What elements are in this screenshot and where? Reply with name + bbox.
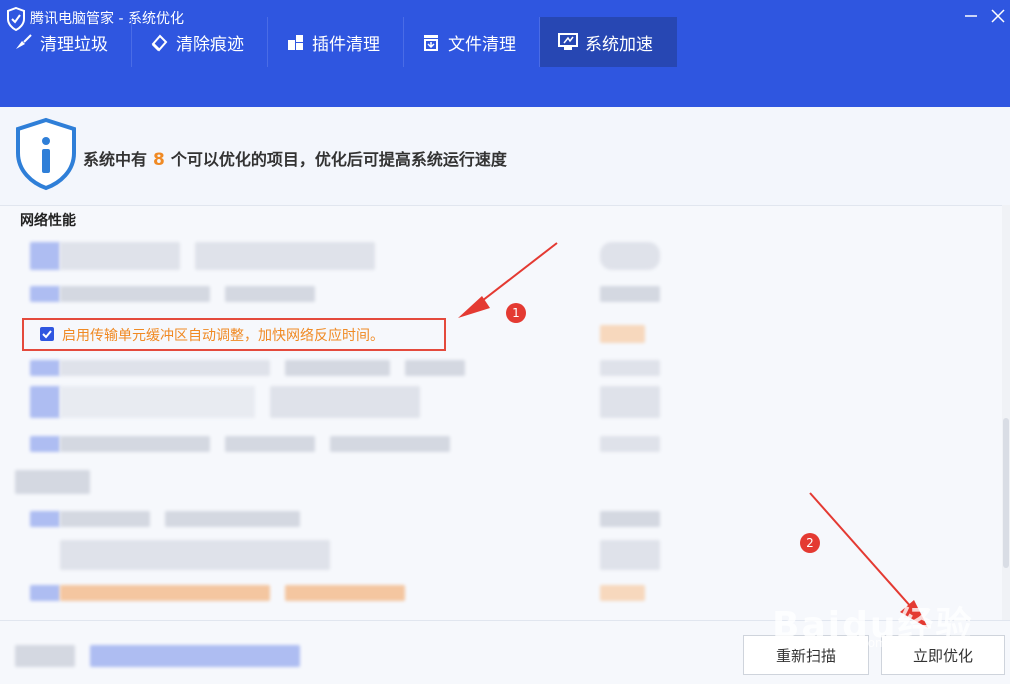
scrollbar-thumb[interactable] (1003, 418, 1009, 568)
minimize-icon[interactable] (962, 6, 980, 26)
monitor-speed-icon (557, 31, 579, 53)
info-shield-icon (14, 117, 78, 195)
file-clean-icon (420, 31, 442, 53)
baidu-watermark-url: jingyan.baidu.com (776, 636, 887, 650)
section-title: 网络性能 (20, 213, 76, 229)
annotation-marker-1: 1 (506, 303, 526, 323)
close-icon[interactable] (988, 6, 1008, 26)
tab-system-speedup[interactable]: 系统加速 (540, 17, 677, 67)
tab-clear-traces[interactable]: 清除痕迹 (148, 17, 268, 67)
summary-prefix: 系统中有 (83, 150, 148, 169)
summary-text: 系统中有 8 个可以优化的项目，优化后可提高系统运行速度 (83, 146, 507, 170)
tab-label: 系统加速 (585, 34, 653, 55)
tab-clean-junk[interactable]: 清理垃圾 (12, 17, 132, 67)
tab-label: 清理垃圾 (40, 34, 108, 55)
optimizable-count: 8 (153, 150, 165, 170)
broom-icon (12, 31, 34, 53)
summary-suffix: 个可以优化的项目，优化后可提高系统运行速度 (170, 150, 507, 169)
tab-label: 清除痕迹 (176, 34, 244, 55)
puzzle-icon (284, 31, 306, 53)
tab-label: 插件清理 (312, 34, 380, 55)
annotation-marker-2: 2 (800, 533, 820, 553)
option-label: 启用传输单元缓冲区自动调整，加快网络反应时间。 (62, 328, 384, 344)
highlighted-option-row[interactable]: 启用传输单元缓冲区自动调整，加快网络反应时间。 (22, 318, 446, 351)
eraser-icon (148, 31, 170, 53)
tab-file-clean[interactable]: 文件清理 (420, 17, 540, 67)
tab-plugin-clean[interactable]: 插件清理 (284, 17, 404, 67)
tab-label: 文件清理 (448, 34, 516, 55)
option-checkbox[interactable] (40, 327, 54, 341)
summary-banner: 系统中有 8 个可以优化的项目，优化后可提高系统运行速度 (0, 107, 1010, 206)
